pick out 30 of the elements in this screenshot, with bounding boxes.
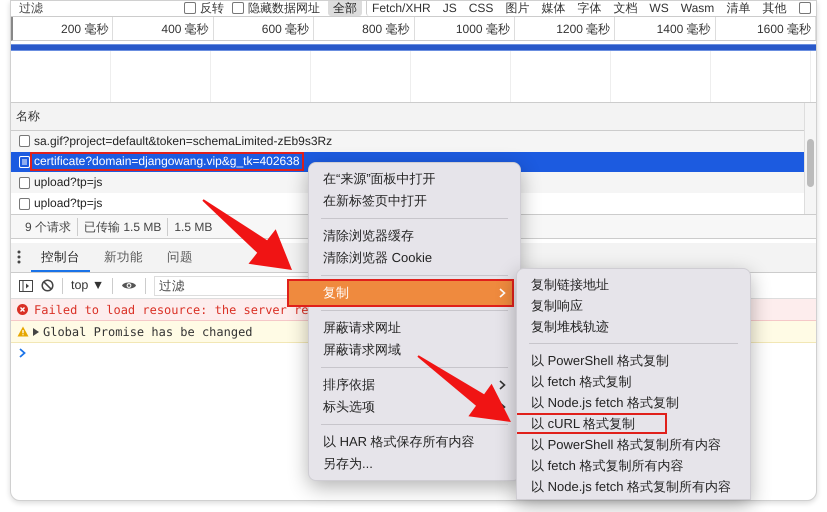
menu-item-label: 以 HAR 格式保存所有内容	[323, 433, 475, 452]
request-name: upload?tp=js	[33, 195, 104, 212]
checkbox-label: 隐藏数据网址	[248, 1, 320, 16]
menu-item-label: 标头选项	[323, 398, 375, 416]
warning-text: Global Promise has be changed	[43, 324, 253, 340]
menu-item-label: 屏蔽请求网域	[323, 341, 401, 360]
request-name: upload?tp=js	[33, 174, 104, 192]
menu-item-label: 在“来源”面板中打开	[323, 170, 436, 188]
status-text: 9 个请求	[24, 218, 72, 236]
timeline-tick-label: 1200 毫秒	[556, 20, 610, 38]
timeline-tick-label: 1600 毫秒	[756, 20, 811, 38]
status-text: 1.5 MB	[167, 218, 218, 236]
column-header: 名称	[16, 108, 40, 126]
menu-item-label: 复制	[323, 284, 349, 302]
menu-item-label: 另存为...	[323, 455, 373, 474]
menu-item-label: 清除浏览器缓存	[323, 227, 414, 246]
request-name: certificate?domain=djangowang.vip&g_tk=402638	[30, 152, 304, 172]
menu-item-label: 清除浏览器 Cookie	[323, 249, 432, 268]
timeline-tick-label: 1400 毫秒	[656, 20, 711, 38]
timeline-tick-label: 800 毫秒	[362, 20, 410, 38]
menu-item-label: 排序依据	[323, 376, 375, 394]
status-text: 已传输 1.5 MB	[77, 218, 168, 236]
timeline-tick-label: 200 毫秒	[61, 20, 108, 38]
timeline-tick-label: 400 毫秒	[161, 20, 209, 38]
timeline-tick-label: 600 毫秒	[262, 20, 310, 38]
timeline-tick-label: 1000 毫秒	[456, 20, 510, 38]
checkbox-label: 反转	[200, 1, 224, 16]
request-name: sa.gif?project=default&token=schemaLimited-zEb9s3Rz	[33, 132, 334, 150]
menu-item-label: 屏蔽请求网址	[323, 319, 401, 338]
menu-item-label: 在新标签页中打开	[323, 192, 427, 210]
